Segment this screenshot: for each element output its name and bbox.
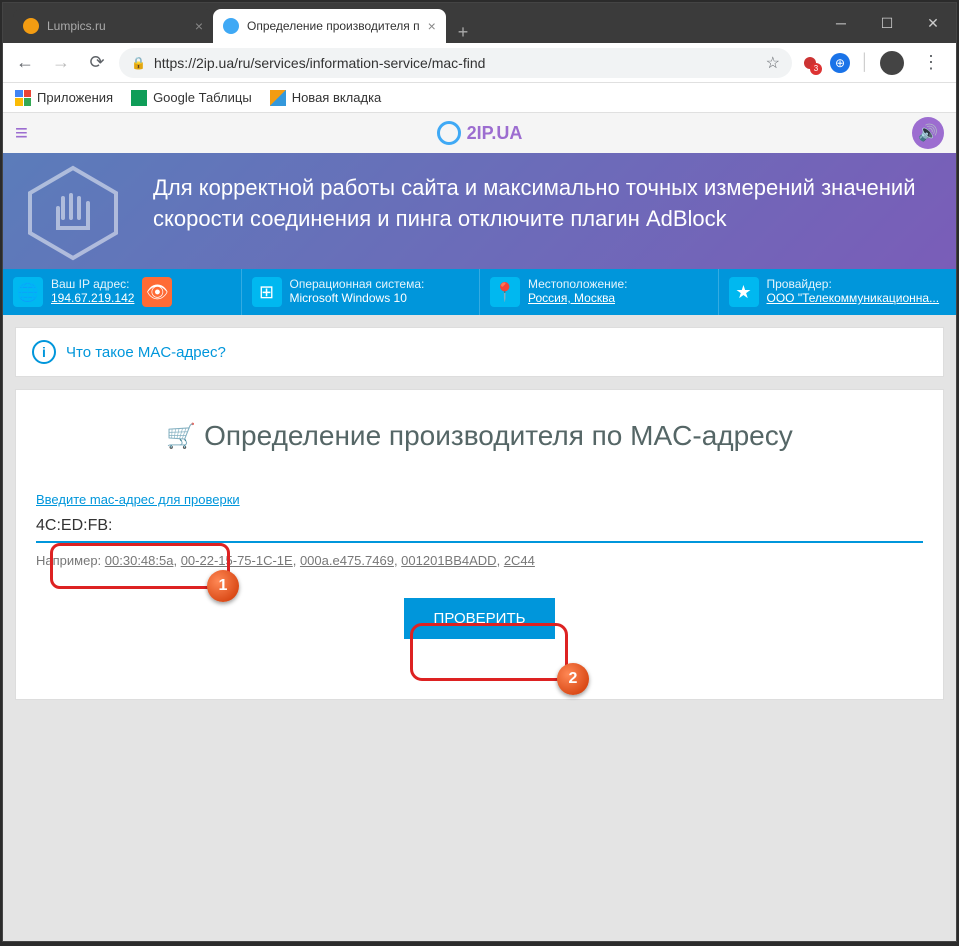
hand-icon <box>23 163 123 263</box>
info-isp: ★ Провайдер: ООО "Телекоммуникационна... <box>719 269 957 315</box>
help-link[interactable]: Что такое MAC-адрес? <box>66 344 226 361</box>
extension-icons: ⊕ │ ⋮ <box>800 51 948 75</box>
info-ip: 🌐 Ваш IP адрес: 194.67.219.142 👁 <box>3 269 242 315</box>
bookmarks-bar: Приложения Google Таблицы Новая вкладка <box>3 83 956 113</box>
cart-icon: 🛒 <box>166 422 196 451</box>
tab-2ip[interactable]: Определение производителя п × <box>213 9 446 43</box>
favicon-icon <box>23 18 39 34</box>
browser-window: Lumpics.ru × Определение производителя п… <box>2 2 957 942</box>
window-controls: ─ ☐ ✕ <box>818 3 956 43</box>
tab-title: Lumpics.ru <box>47 19 106 33</box>
bookmark-sheets[interactable]: Google Таблицы <box>131 90 252 106</box>
input-label: Введите mac-адрес для проверки <box>36 492 923 507</box>
image-icon <box>270 90 286 106</box>
banner-text: Для корректной работы сайта и максимальн… <box>153 173 936 235</box>
logo-icon <box>437 121 461 145</box>
annotation-badge-2: 2 <box>557 663 589 695</box>
close-icon[interactable]: × <box>195 18 203 34</box>
pin-icon: 📍 <box>490 277 520 307</box>
titlebar: Lumpics.ru × Определение производителя п… <box>3 3 956 43</box>
check-button[interactable]: ПРОВЕРИТЬ <box>404 598 556 639</box>
windows-icon: ⊞ <box>252 277 282 307</box>
reload-button[interactable]: ⟳ <box>83 49 111 77</box>
info-location: 📍 Местоположение: Россия, Москва <box>480 269 719 315</box>
close-button[interactable]: ✕ <box>910 3 956 43</box>
tab-title: Определение производителя п <box>247 19 420 33</box>
location-value[interactable]: Россия, Москва <box>528 291 615 305</box>
site-header: ≡ 2IP.UA 🔊 <box>3 113 956 153</box>
mac-input[interactable] <box>36 511 923 543</box>
example-link[interactable]: 001201BB4ADD <box>401 553 496 568</box>
favicon-icon <box>223 18 239 34</box>
menu-button[interactable]: ⋮ <box>914 52 948 73</box>
ip-value[interactable]: 194.67.219.142 <box>51 291 134 305</box>
lock-icon: 🔒 <box>131 56 146 70</box>
isp-value[interactable]: ООО "Телекоммуникационна... <box>767 291 940 305</box>
minimize-button[interactable]: ─ <box>818 3 864 43</box>
maximize-button[interactable]: ☐ <box>864 3 910 43</box>
tab-lumpics[interactable]: Lumpics.ru × <box>13 9 213 43</box>
address-bar: ← → ⟳ 🔒 https://2ip.ua/ru/services/infor… <box>3 43 956 83</box>
sheets-icon <box>131 90 147 106</box>
page-title: 🛒 Определение производителя по MAC-адрес… <box>36 420 923 452</box>
back-button[interactable]: ← <box>11 49 39 77</box>
help-bar: i Что такое MAC-адрес? <box>15 327 944 377</box>
globe-icon: 🌐 <box>13 277 43 307</box>
star-icon[interactable]: ☆ <box>766 53 780 73</box>
adblock-banner: Для корректной работы сайта и максимальн… <box>3 153 956 269</box>
new-tab-button[interactable]: + <box>446 22 481 43</box>
page-content: ≡ 2IP.UA 🔊 Для корректной работы сайта и… <box>3 113 956 941</box>
example-link[interactable]: 00-22-15-75-1C-1E <box>181 553 293 568</box>
profile-avatar[interactable] <box>880 51 904 75</box>
example-link[interactable]: 000a.e475.7469 <box>300 553 394 568</box>
extension-ublock-icon[interactable] <box>800 53 820 73</box>
bookmark-newtab[interactable]: Новая вкладка <box>270 90 382 106</box>
os-value: Microsoft Windows 10 <box>290 291 407 305</box>
sound-button[interactable]: 🔊 <box>912 117 944 149</box>
tab-strip: Lumpics.ru × Определение производителя п… <box>3 3 480 43</box>
site-logo[interactable]: 2IP.UA <box>437 121 523 145</box>
info-os: ⊞ Операционная система: Microsoft Window… <box>242 269 481 315</box>
example-text: Например: 00:30:48:5a, 00-22-15-75-1C-1E… <box>36 553 923 568</box>
annotation-badge-1: 1 <box>207 570 239 602</box>
url-text: https://2ip.ua/ru/services/information-s… <box>154 55 758 71</box>
info-bar: 🌐 Ваш IP адрес: 194.67.219.142 👁 ⊞ Опера… <box>3 269 956 315</box>
star-icon: ★ <box>729 277 759 307</box>
main-card: 🛒 Определение производителя по MAC-адрес… <box>15 389 944 700</box>
info-icon: i <box>32 340 56 364</box>
extension-globe-icon[interactable]: ⊕ <box>830 53 850 73</box>
example-link[interactable]: 00:30:48:5a <box>105 553 174 568</box>
example-link[interactable]: 2C44 <box>504 553 535 568</box>
apps-icon <box>15 90 31 106</box>
bookmark-apps[interactable]: Приложения <box>15 90 113 106</box>
forward-button[interactable]: → <box>47 49 75 77</box>
hamburger-icon[interactable]: ≡ <box>15 120 28 146</box>
url-field[interactable]: 🔒 https://2ip.ua/ru/services/information… <box>119 48 792 78</box>
hide-ip-icon[interactable]: 👁 <box>142 277 172 307</box>
close-icon[interactable]: × <box>428 18 436 34</box>
